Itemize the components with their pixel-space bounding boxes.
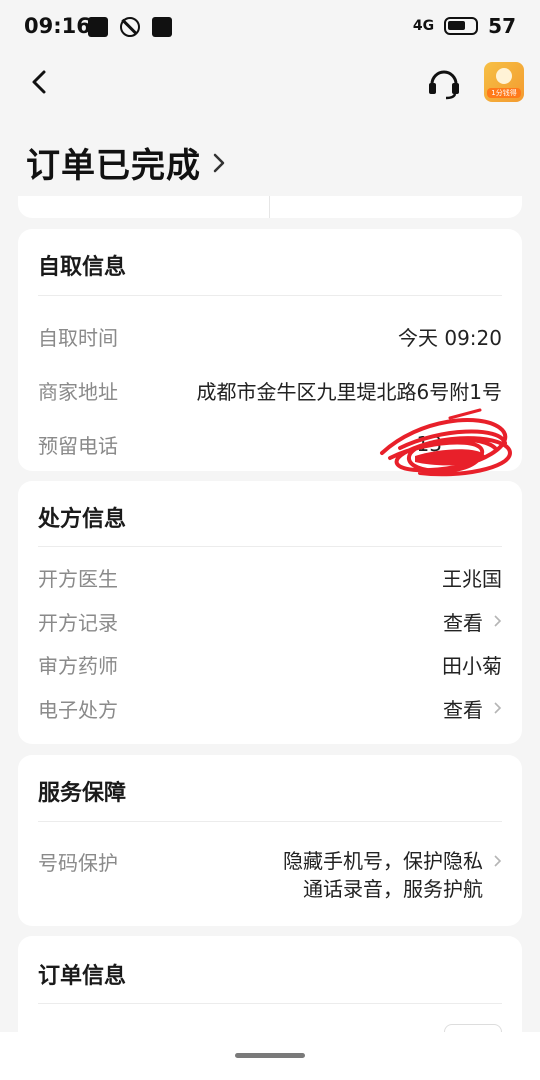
status-icons-right: 4G 57 (413, 14, 516, 38)
divider (38, 1003, 502, 1004)
number-protection-details: 隐藏手机号，保护隐私 通话录音，服务护航 (283, 847, 483, 903)
chevron-right-icon (213, 153, 225, 172)
signal-icon: 4G (412, 18, 435, 34)
promo-mascot-button[interactable]: 1分钱得 (484, 62, 524, 102)
row-value: 今天 09:20 (398, 325, 502, 350)
divider (38, 295, 502, 296)
status-icons-left (88, 17, 172, 37)
previous-card-edge (18, 196, 522, 218)
divider (269, 196, 270, 218)
pickup-info-card: 自取信息 自取时间 今天 09:20 商家地址 成都市金牛区九里堤北路6号附1号… (18, 229, 522, 471)
view-record-link[interactable]: 查看 (443, 607, 502, 636)
reserved-phone-row: 预留电话 13 (38, 427, 502, 461)
number-protection-row[interactable]: 号码保护 隐藏手机号，保护隐私 通话录音，服务护航 (38, 847, 502, 903)
row-label: 号码保护 (38, 851, 118, 875)
service-guarantee-card: 服务保障 号码保护 隐藏手机号，保护隐私 通话录音，服务护航 (18, 755, 522, 926)
prescription-record-row[interactable]: 开方记录 查看 (38, 604, 502, 638)
row-label: 电子处方 (38, 697, 118, 722)
section-title: 订单信息 (38, 964, 127, 989)
merchant-address-row: 商家地址 成都市金牛区九里堤北路6号附1号 (38, 373, 502, 407)
reviewing-pharmacist-row: 审方药师 田小菊 (38, 647, 502, 681)
page-title: 订单已完成 (26, 146, 201, 186)
detail-line: 通话录音，服务护航 (303, 877, 483, 901)
battery-level: 57 (488, 14, 516, 38)
section-title: 处方信息 (38, 507, 127, 532)
battery-icon (444, 17, 479, 35)
section-title: 服务保障 (38, 781, 127, 806)
row-label: 自取时间 (38, 325, 118, 350)
link-label: 查看 (443, 697, 483, 722)
e-prescription-row[interactable]: 电子处方 查看 (38, 691, 502, 725)
row-value: 王兆国 (442, 566, 502, 591)
order-status-header[interactable]: 订单已完成 (26, 138, 227, 187)
status-bar: 09:16 4G 57 (0, 0, 540, 56)
chevron-right-icon (494, 702, 502, 714)
headset-icon (429, 70, 459, 100)
chevron-right-icon (494, 615, 502, 627)
gallery-icon (88, 17, 108, 37)
chevron-right-icon (494, 855, 502, 867)
chevron-left-icon (32, 70, 46, 94)
link-label: 查看 (443, 610, 483, 635)
customer-service-button[interactable] (424, 62, 464, 102)
nav-bar: 1分钱得 (0, 56, 540, 108)
row-label: 商家地址 (38, 379, 118, 404)
upload-icon (152, 17, 172, 37)
row-value: 13 (416, 432, 442, 456)
row-value: 成都市金牛区九里堤北路6号附1号 (196, 379, 502, 404)
mascot-badge: 1分钱得 (487, 88, 521, 98)
pickup-time-row: 自取时间 今天 09:20 (38, 319, 502, 353)
divider (38, 821, 502, 822)
do-not-disturb-icon (120, 17, 140, 37)
view-e-prescription-link[interactable]: 查看 (443, 694, 502, 723)
detail-line: 隐藏手机号，保护隐私 (283, 849, 483, 873)
row-value: 田小菊 (442, 653, 502, 678)
home-indicator[interactable] (235, 1053, 305, 1058)
prescribing-doctor-row: 开方医生 王兆国 (38, 560, 502, 594)
row-label: 开方医生 (38, 566, 118, 591)
section-title: 自取信息 (38, 255, 127, 280)
divider (38, 546, 502, 547)
prescription-info-card: 处方信息 开方医生 王兆国 开方记录 查看 审方药师 田小菊 电子处方 查看 (18, 481, 522, 744)
status-time: 09:16 (24, 14, 91, 38)
row-label: 审方药师 (38, 653, 118, 678)
back-button[interactable] (22, 62, 58, 102)
row-label: 预留电话 (38, 433, 118, 458)
mascot-icon (496, 68, 512, 84)
row-label: 开方记录 (38, 610, 118, 635)
